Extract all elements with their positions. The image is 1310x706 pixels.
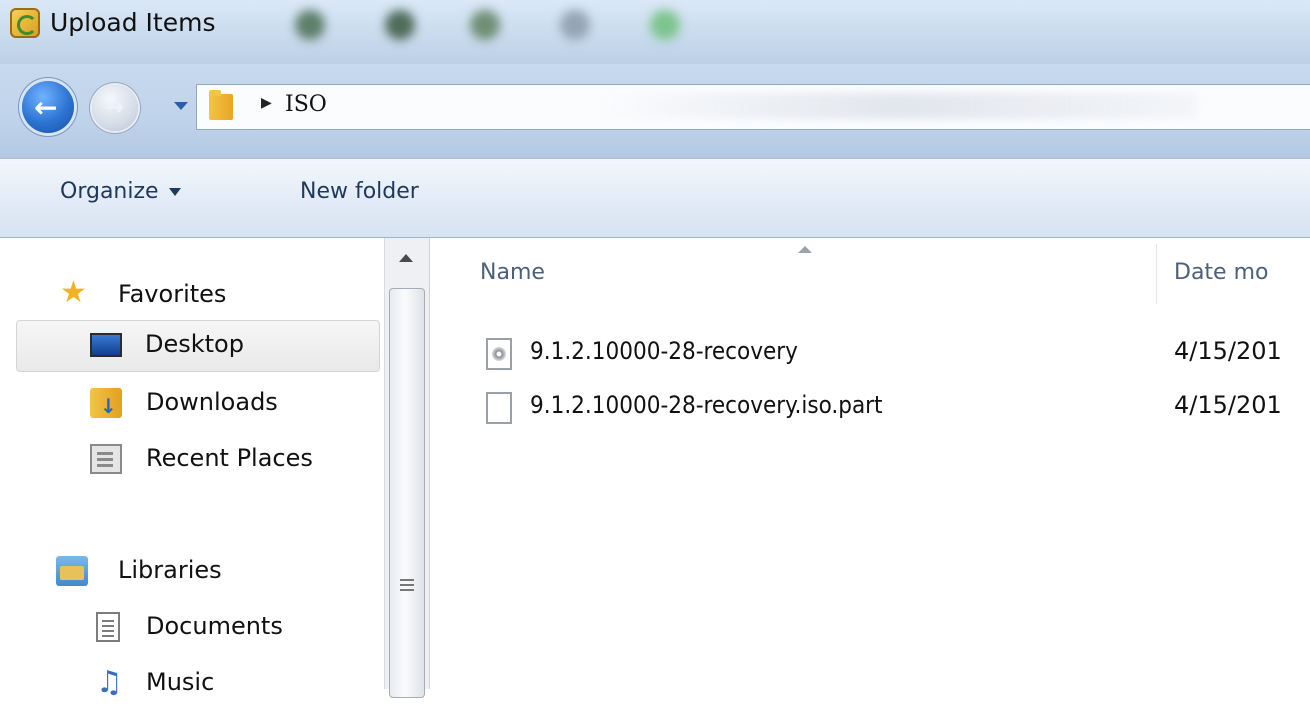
title-bar: Upload Items — [0, 0, 1310, 64]
command-bar: Organize New folder — [0, 158, 1310, 238]
folder-icon — [209, 90, 233, 120]
forward-button[interactable]: → — [92, 85, 138, 131]
breadcrumb-iso[interactable]: ISO — [285, 92, 327, 117]
sort-ascending-icon — [798, 246, 814, 256]
scroll-up-arrow-icon[interactable] — [391, 244, 423, 274]
sidebar-item-label: Downloads — [146, 388, 278, 416]
recent-pages-dropdown-icon[interactable] — [170, 96, 190, 116]
sidebar-item-recent-places[interactable]: Recent Places — [90, 438, 380, 482]
sidebar-item-label: Favorites — [118, 280, 227, 308]
sidebar-item-desktop[interactable]: Desktop — [16, 320, 380, 372]
blurred-background-icon — [385, 10, 415, 40]
chevron-down-icon — [168, 188, 181, 196]
music-icon: ♫ — [96, 665, 123, 700]
navigation-pane-scrollbar[interactable] — [384, 238, 430, 698]
scrollbar-grip-icon — [400, 579, 414, 591]
file-name: 9.1.2.10000-28-recovery.iso.part — [530, 391, 883, 419]
breadcrumb-chevron-icon[interactable]: ▶ — [261, 95, 272, 111]
disc-image-icon — [486, 338, 512, 370]
sidebar-item-libraries[interactable]: Libraries — [56, 550, 356, 594]
file-row[interactable]: 9.1.2.10000-28-recovery 4/15/201 — [486, 334, 1310, 374]
sidebar-item-documents[interactable]: Documents — [96, 606, 376, 650]
column-header-name[interactable]: Name — [480, 260, 545, 285]
sidebar-item-label: Documents — [146, 612, 283, 640]
column-header-date-modified[interactable]: Date mo — [1174, 260, 1268, 285]
address-bar[interactable]: ▶ ISO — [196, 84, 1310, 130]
window-title: Upload Items — [50, 8, 216, 37]
new-folder-button[interactable]: New folder — [300, 179, 419, 204]
blurred-background-icon — [650, 10, 680, 40]
downloads-icon — [90, 388, 122, 418]
back-button[interactable]: ← — [22, 81, 74, 133]
star-icon: ★ — [60, 275, 87, 310]
organize-button[interactable]: Organize — [60, 179, 181, 204]
file-name: 9.1.2.10000-28-recovery — [530, 337, 798, 365]
libraries-icon — [56, 556, 88, 586]
sidebar-item-favorites[interactable]: ★ Favorites — [60, 274, 360, 318]
column-divider[interactable] — [1156, 244, 1157, 304]
back-arrow-icon: ← — [34, 91, 58, 124]
scrollbar-thumb[interactable] — [389, 288, 425, 698]
sidebar-item-downloads[interactable]: Downloads — [90, 382, 370, 426]
file-date: 4/15/201 — [1174, 391, 1282, 419]
blurred-background-icon — [295, 10, 325, 40]
forward-arrow-icon: → — [104, 93, 125, 121]
blurred-background-icon — [560, 10, 590, 40]
blurred-background-text — [597, 93, 1197, 119]
documents-icon — [96, 612, 120, 642]
sidebar-item-music[interactable]: ♫ Music — [96, 662, 376, 706]
sidebar-item-label: Libraries — [118, 556, 222, 584]
sidebar-item-label: Music — [146, 668, 215, 696]
file-icon — [486, 392, 512, 424]
blurred-background-icon — [470, 10, 500, 40]
file-list: Name Date mo 9.1.2.10000-28-recovery 4/1… — [430, 238, 1310, 689]
app-icon — [10, 8, 40, 38]
recent-places-icon — [90, 444, 122, 474]
file-date: 4/15/201 — [1174, 337, 1282, 365]
desktop-icon — [90, 333, 122, 357]
organize-label: Organize — [60, 179, 159, 204]
sidebar-item-label: Recent Places — [146, 444, 313, 472]
sidebar-item-label: Desktop — [145, 330, 244, 358]
navigation-pane: ★ Favorites Desktop Downloads Recent Pla… — [0, 238, 384, 698]
file-row[interactable]: 9.1.2.10000-28-recovery.iso.part 4/15/20… — [486, 388, 1310, 428]
